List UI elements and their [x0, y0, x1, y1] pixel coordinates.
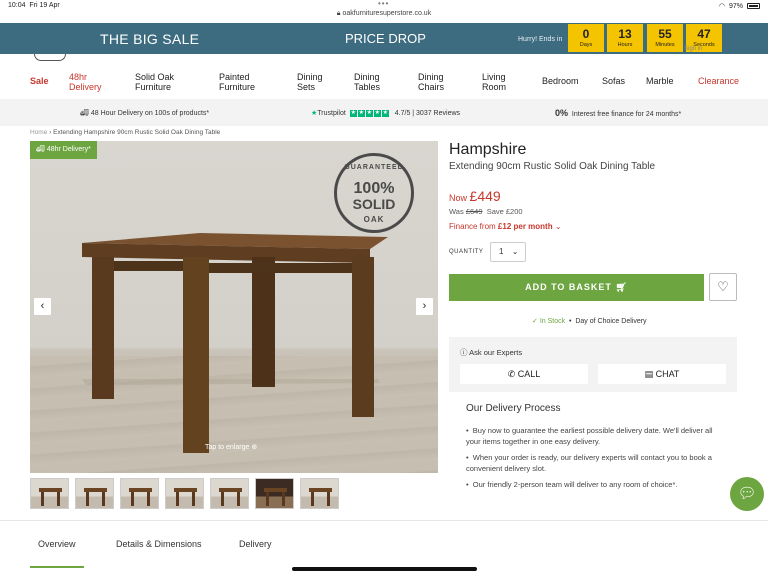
status-time: 10:04 Fri 19 Apr [8, 2, 60, 9]
url-text: oakfurnituresuperstore.co.uk [342, 10, 432, 17]
thumbnail-strip [30, 478, 339, 509]
zoom-icon: ⊕ [251, 444, 258, 451]
nav-living-room[interactable]: Living Room [482, 72, 506, 92]
nav-painted-furniture[interactable]: Painted Furniture [219, 72, 255, 92]
chevron-down-icon: ⌄ [511, 247, 519, 256]
thumbnail[interactable] [75, 478, 114, 509]
nav-sofas[interactable]: Sofas [602, 76, 625, 87]
countdown-hours: 13 Hours [607, 24, 643, 52]
question-icon: ⓘ [460, 348, 468, 357]
delivery-process-title: Our Delivery Process [466, 403, 561, 414]
thumbnail[interactable] [300, 478, 339, 509]
prev-image-arrow-icon[interactable]: ‹ [34, 298, 51, 315]
chevron-down-icon: ⌄ [554, 222, 562, 231]
basket-icon: 🛒︎ [615, 282, 628, 292]
guarantee-seal: GUARANTEED 100% SOLID OAK [334, 153, 414, 233]
tab-details-dimensions[interactable]: Details & Dimensions [116, 539, 202, 549]
wifi-icon: ◠ [718, 3, 725, 10]
truck-icon: 🚚︎ [80, 110, 89, 117]
logo[interactable] [34, 54, 66, 61]
tab-overview[interactable]: Overview [30, 539, 84, 568]
product-name: Hampshire [449, 141, 527, 158]
battery-percent: 97% [728, 2, 743, 10]
info-bar: 🚚︎ 48 Hour Delivery on 100s of products*… [0, 99, 768, 126]
tap-to-enlarge[interactable]: Tap to enlarge ⊕ [205, 443, 257, 451]
nav-marble[interactable]: Marble [646, 76, 674, 87]
status-icons: ◠ 97% [719, 2, 760, 10]
ask-experts-title: ⓘ Ask our Experts [460, 348, 523, 357]
nav-dining-chairs[interactable]: Dining Chairs [418, 72, 444, 92]
product-gallery[interactable]: 🚚︎ 48hr Delivery* GUARANTEED 100% SOLID … [30, 141, 438, 473]
countdown-days: 0 Days [568, 24, 604, 52]
quantity-select[interactable]: 1 ⌄ [490, 242, 526, 262]
call-button[interactable]: ✆ CALL [460, 364, 588, 384]
nav-dining-sets[interactable]: Dining Sets [297, 72, 323, 92]
nav-dining-tables[interactable]: Dining Tables [354, 72, 380, 92]
sale-banner[interactable]: THE BIG SALE PRICE DROP Hurry! Ends in 0… [0, 23, 768, 54]
next-image-arrow-icon[interactable]: › [416, 298, 433, 315]
home-indicator[interactable] [292, 567, 477, 571]
ask-experts-panel: ⓘ Ask our Experts ✆ CALL ▤ CHAT [449, 337, 737, 392]
48hr-delivery-badge: 🚚︎ 48hr Delivery* [30, 141, 97, 159]
product-heading: Hampshire Extending 90cm Rustic Solid Oa… [449, 141, 749, 172]
battery-icon [747, 3, 760, 9]
product-subtitle: Extending 90cm Rustic Solid Oak Dining T… [449, 161, 656, 172]
delivery-step: • When your order is ready, our delivery… [466, 453, 712, 473]
chat-icon: ▤ [644, 369, 654, 379]
delivery-info[interactable]: 🚚︎ 48 Hour Delivery on 100s of products* [80, 109, 209, 117]
nav-clearance[interactable]: Clearance [698, 76, 739, 87]
rating-stars: ★ ★ ★ ★ ★ [349, 109, 389, 117]
tab-delivery[interactable]: Delivery [239, 539, 272, 549]
breadcrumb-home[interactable]: Home [30, 129, 47, 136]
wishlist-heart-icon[interactable]: ♡ [709, 273, 737, 301]
finance-info[interactable]: 0% Interest free finance for 24 months* [555, 108, 681, 118]
chat-button[interactable]: ▤ CHAT [598, 364, 726, 384]
was-price: Was £649 Save £200 [449, 207, 523, 216]
thumbnail[interactable] [255, 478, 294, 509]
nav-solid-oak-furniture[interactable]: Solid Oak Furniture [135, 72, 174, 92]
nav-48hr-delivery[interactable]: 48hr Delivery [69, 72, 102, 92]
thumbnail[interactable] [210, 478, 249, 509]
quantity-label: QUANTITY [449, 249, 484, 255]
phone-icon: ✆ [507, 369, 516, 379]
current-price: Now £449 [449, 188, 501, 204]
multitask-dots-icon[interactable]: ••• [378, 0, 389, 8]
stock-status: ✓ In Stock • Day of Choice Delivery [532, 318, 647, 325]
truck-icon: 🚚︎ [36, 146, 45, 153]
lock-icon: 🔒︎ [336, 10, 341, 17]
thumbnail[interactable] [120, 478, 159, 509]
sign-in-link[interactable]: Sign in [684, 46, 702, 52]
nav-bedroom[interactable]: Bedroom [542, 76, 579, 87]
breadcrumb: Home › Extending Hampshire 90cm Rustic S… [30, 129, 221, 136]
delivery-step: • Our friendly 2-person team will delive… [466, 480, 678, 489]
breadcrumb-current: Extending Hampshire 90cm Rustic Solid Oa… [53, 129, 221, 136]
countdown-minutes: 55 Minutes [647, 24, 683, 52]
thumbnail[interactable] [165, 478, 204, 509]
nav-sale[interactable]: Sale [30, 76, 49, 87]
live-chat-icon[interactable]: 💬︎ [730, 477, 764, 511]
trustpilot-rating[interactable]: ★Trustpilot ★ ★ ★ ★ ★ 4.7/5 | 3037 Reviews [311, 109, 460, 117]
main-nav: Sale 48hr Delivery Solid Oak Furniture Pai… [0, 54, 768, 98]
thumbnail[interactable] [30, 478, 69, 509]
sale-subtitle: PRICE DROP [345, 31, 426, 46]
sale-title: THE BIG SALE [100, 31, 200, 47]
add-to-basket-button[interactable]: ADD TO BASKET 🛒︎ [449, 274, 704, 301]
url-bar[interactable]: 🔒︎ oakfurnituresuperstore.co.uk [0, 10, 768, 23]
countdown-label: Hurry! Ends in [518, 36, 563, 43]
finance-option[interactable]: Finance from £12 per month ⌄ [449, 222, 562, 231]
check-icon: ✓ [532, 318, 538, 325]
delivery-step: • Buy now to guarantee the earliest poss… [466, 426, 713, 446]
